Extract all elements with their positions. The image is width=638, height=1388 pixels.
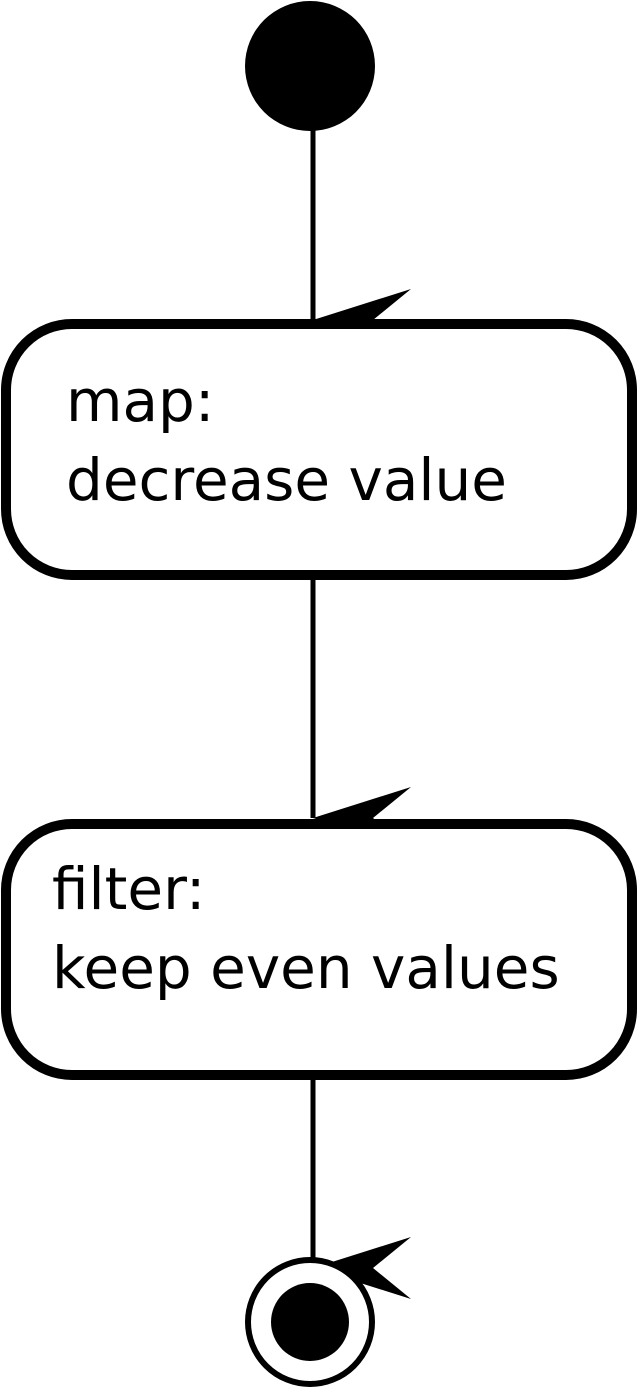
activity-diagram: map: decrease value filter: keep even va…	[1, 1, 637, 1387]
action-node-map: map: decrease value	[1, 319, 637, 580]
initial-node	[245, 1, 375, 131]
action-node-map-line1: map:	[66, 367, 214, 435]
final-node	[245, 1257, 375, 1387]
final-node-dot	[271, 1283, 349, 1361]
action-node-filter: filter: keep even values	[1, 819, 637, 1080]
action-node-map-line2: decrease value	[66, 446, 507, 514]
action-node-filter-line2: keep even values	[52, 934, 560, 1002]
action-node-filter-line1: filter:	[52, 855, 205, 923]
